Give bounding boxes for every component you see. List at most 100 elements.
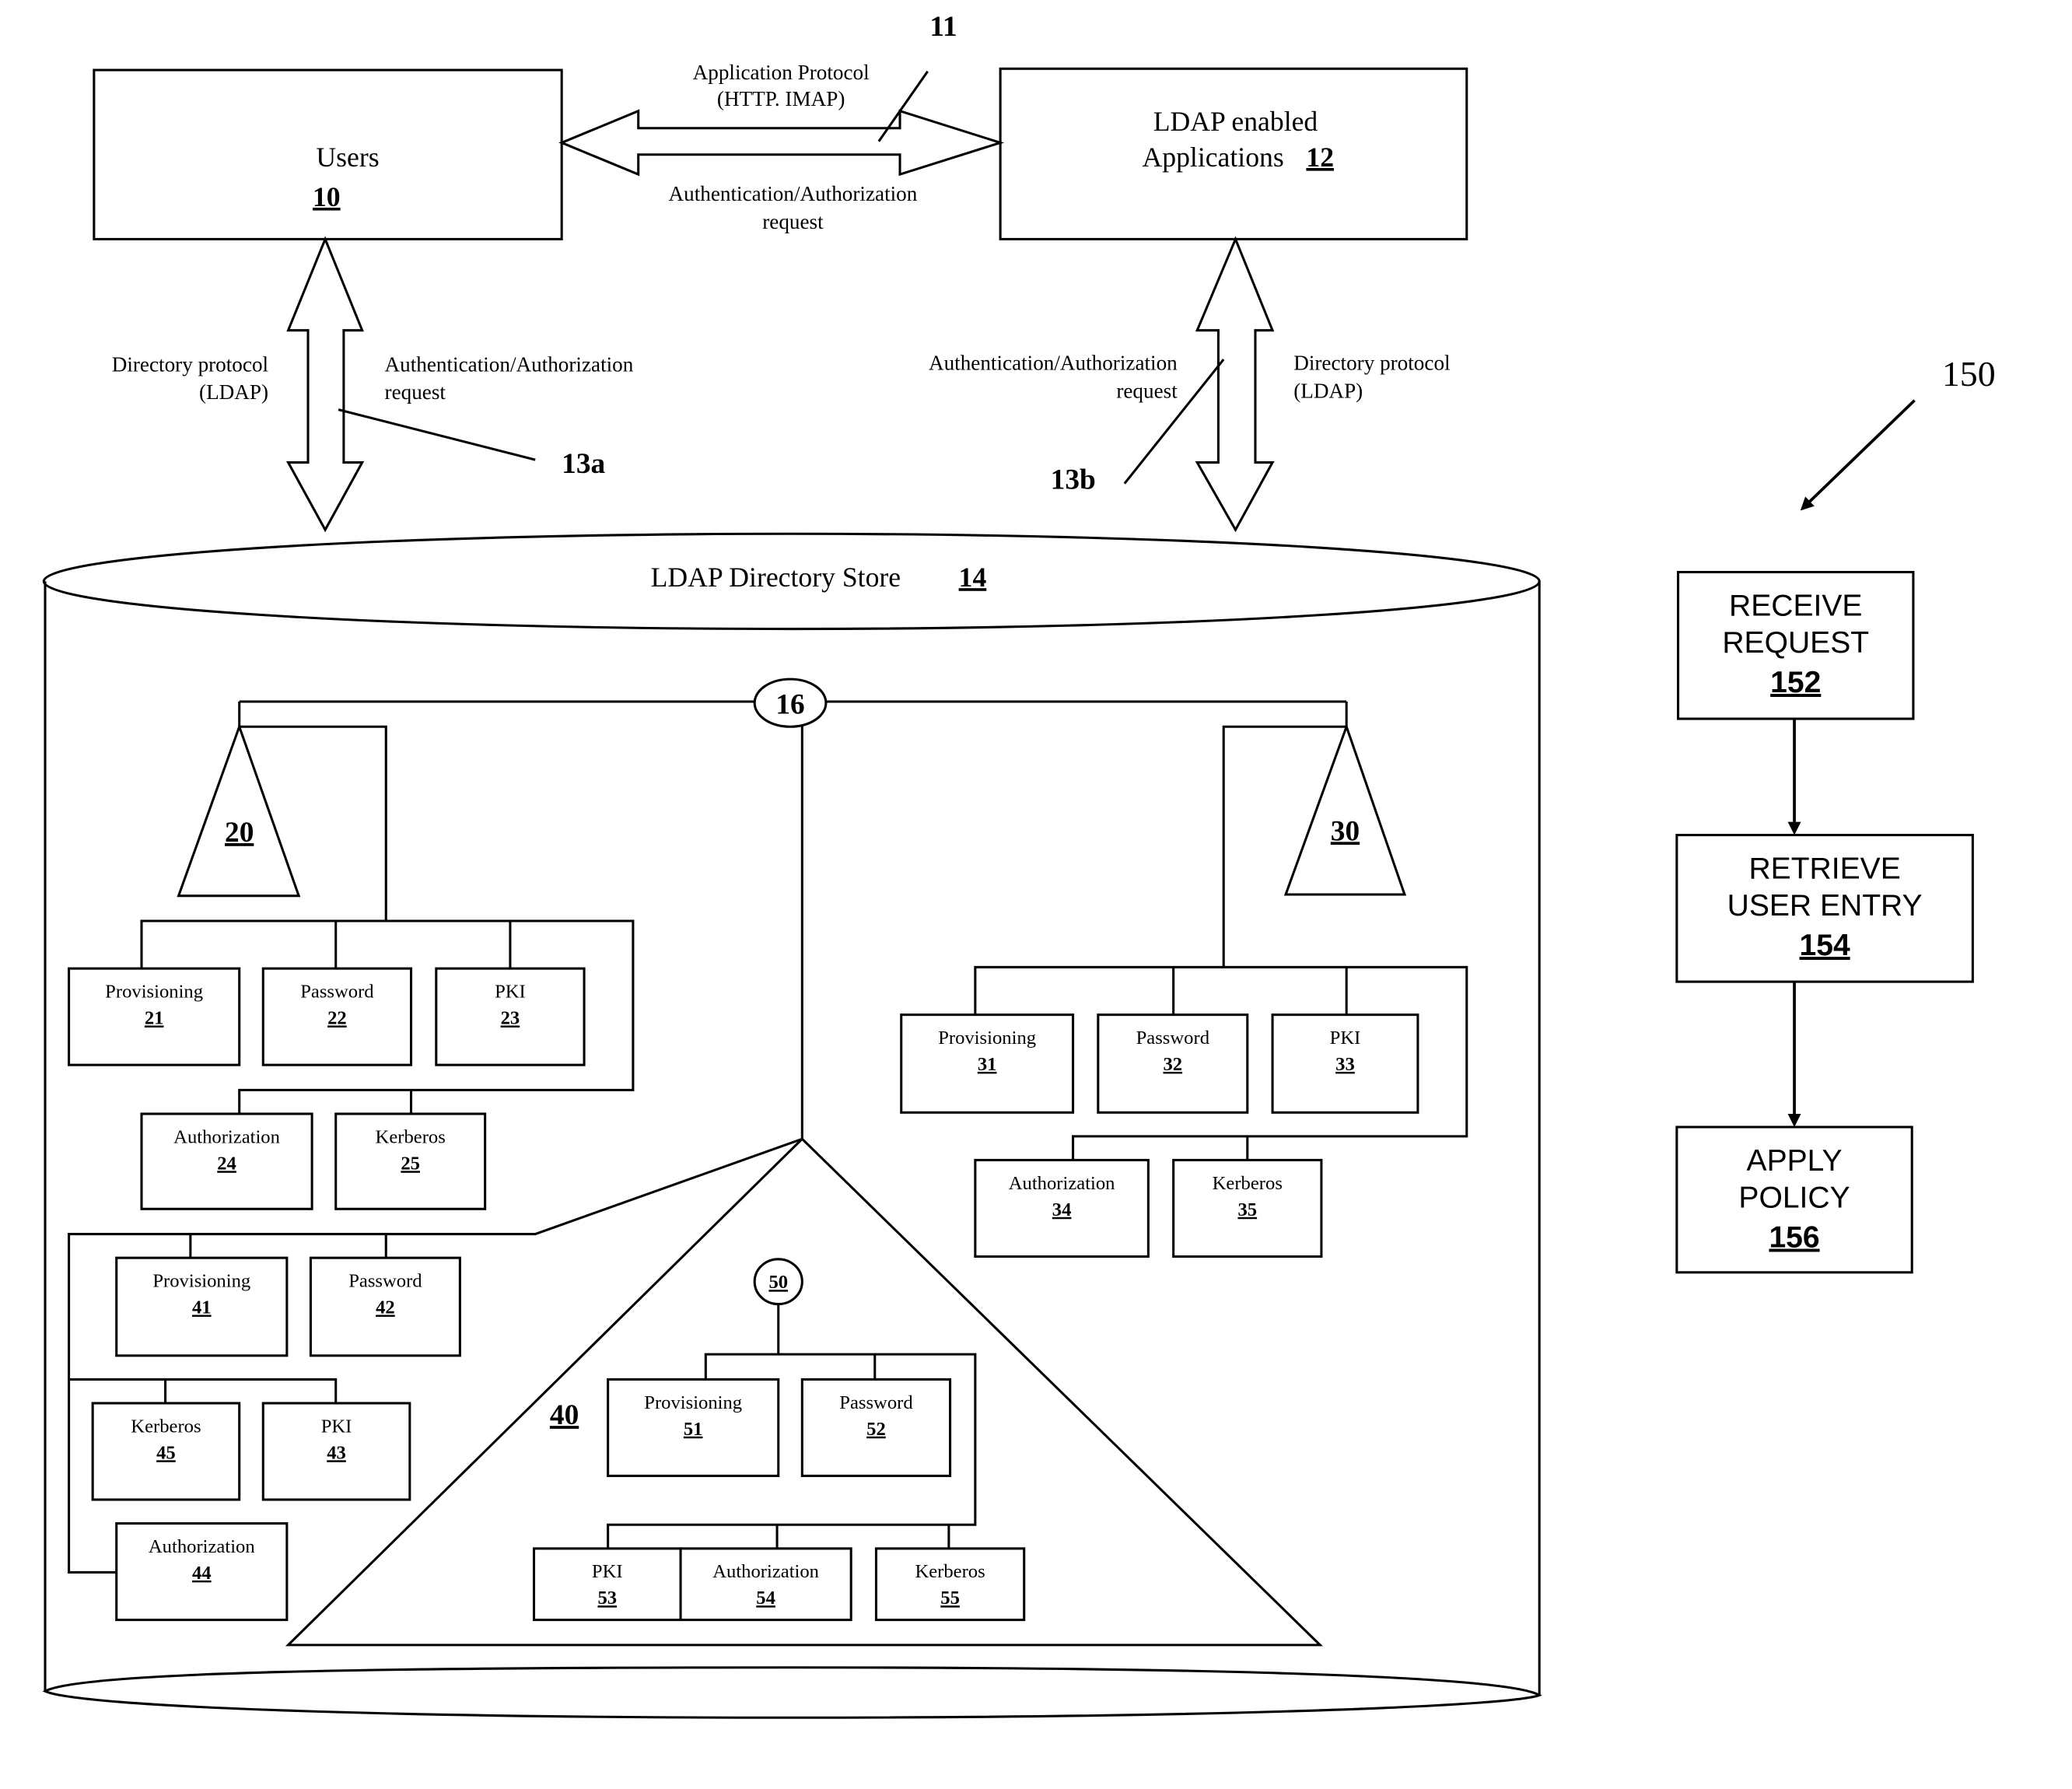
node-provisioning-21: Provisioning 21 — [68, 967, 241, 1066]
users-label: Users — [316, 142, 379, 173]
application-protocol-double-arrow — [558, 109, 1005, 177]
node-label: PKI — [592, 1561, 623, 1582]
node-label: Password — [839, 1392, 913, 1413]
flow-ref: 150 — [1942, 354, 1996, 394]
node-label: PKI — [1330, 1028, 1361, 1049]
node-label: Authorization — [712, 1561, 819, 1582]
svg-text:30: 30 — [1331, 815, 1360, 847]
node-label: Authorization — [173, 1126, 280, 1147]
ref-11-leader — [877, 70, 929, 142]
right-auth-sub: request — [1116, 379, 1178, 402]
node-pki-43: PKI 43 — [261, 1402, 411, 1501]
node-ref: 25 — [401, 1153, 420, 1174]
node-provisioning-31: Provisioning 31 — [900, 1014, 1075, 1114]
node-ref: 41 — [192, 1297, 212, 1318]
node-password-52: Password 52 — [800, 1378, 952, 1477]
top-auth-sub: request — [762, 210, 824, 233]
node-ref: 52 — [866, 1419, 886, 1440]
node-ref: 33 — [1335, 1054, 1355, 1075]
svg-text:20: 20 — [225, 817, 254, 849]
node-label: Provisioning — [644, 1392, 742, 1413]
node-authorization-54: Authorization 54 — [679, 1547, 852, 1622]
flowchart-150: 150 — [1787, 354, 1996, 1127]
node-ref: 43 — [327, 1442, 346, 1463]
flow-step-ref: 156 — [1769, 1221, 1819, 1255]
ldap-architecture-diagram: Users 10 LDAP enabled Applications 12 11… — [42, 11, 1996, 1719]
node-label: Provisioning — [105, 981, 203, 1002]
flow-step-line1: RETRIEVE — [1748, 852, 1900, 886]
node-label: PKI — [495, 981, 526, 1002]
flow-step-154: RETRIEVEUSER ENTRY 154 — [1675, 834, 1974, 983]
apps-ref: 12 — [1306, 142, 1334, 173]
node-pki-53: PKI 53 — [532, 1547, 682, 1622]
store-label: LDAP Directory Store — [651, 562, 901, 593]
users-box: Users 10 — [93, 68, 563, 240]
left-directory-double-arrow — [285, 236, 365, 533]
node-password-42: Password 42 — [309, 1256, 461, 1357]
node-ref: 42 — [376, 1297, 395, 1318]
node-provisioning-51: Provisioning 51 — [607, 1378, 780, 1477]
apps-label-line1: LDAP enabled — [1153, 106, 1318, 137]
node-ref: 34 — [1052, 1199, 1072, 1220]
node-kerberos-35: Kerberos 35 — [1172, 1158, 1323, 1258]
node-label: Provisioning — [152, 1271, 250, 1292]
node-label: Password — [348, 1271, 422, 1292]
node-ref: 24 — [217, 1153, 236, 1174]
ref-11: 11 — [929, 11, 957, 43]
node-ref: 55 — [940, 1588, 960, 1609]
node-label: Kerberos — [1213, 1173, 1283, 1194]
node-label: Password — [1136, 1028, 1210, 1049]
node-ref: 22 — [327, 1007, 347, 1028]
left-auth-label: Authentication/Authorization — [385, 352, 634, 376]
node-ref: 35 — [1237, 1199, 1257, 1220]
app-protocol-label: Application Protocol — [693, 61, 870, 84]
node-authorization-44: Authorization 44 — [115, 1522, 289, 1622]
node-ref: 32 — [1164, 1054, 1183, 1075]
apps-label-line2: Applications — [1143, 142, 1284, 173]
flow-step-156: APPLY POLICY 156 — [1675, 1126, 1913, 1274]
svg-text:40: 40 — [550, 1399, 579, 1431]
flow-step-line2: POLICY — [1738, 1182, 1850, 1215]
flow-step-line2: USER ENTRY — [1727, 889, 1923, 923]
node-label: Authorization — [149, 1536, 255, 1557]
ref-13b: 13b — [1051, 464, 1096, 496]
node-authorization-34: Authorization 34 — [974, 1158, 1150, 1258]
node-kerberos-45: Kerberos 45 — [91, 1402, 241, 1501]
node-authorization-24: Authorization 24 — [140, 1112, 313, 1210]
right-auth-label: Authentication/Authorization — [929, 352, 1178, 375]
flow-step-line1: RECEIVE — [1729, 590, 1862, 623]
right-dir-label: Directory protocol — [1293, 352, 1450, 375]
node-ref: 31 — [978, 1054, 997, 1075]
users-ref: 10 — [313, 181, 341, 212]
node-ref: 23 — [501, 1007, 520, 1028]
node-label: Provisioning — [938, 1028, 1036, 1049]
node-kerberos-25: Kerberos 25 — [334, 1112, 487, 1210]
node-pki-23: PKI 23 — [435, 967, 586, 1066]
flow-step-line2: REQUEST — [1722, 626, 1869, 660]
left-dir-sub: (LDAP) — [199, 380, 268, 404]
node-ref: 21 — [145, 1007, 164, 1028]
node-kerberos-55: Kerberos 55 — [874, 1547, 1026, 1622]
node-ref: 44 — [192, 1563, 212, 1584]
app-protocol-sub: (HTTP. IMAP) — [717, 87, 845, 110]
ldap-apps-box: LDAP enabled Applications 12 — [999, 67, 1468, 240]
flow-step-152: RECEIVEREQUEST 152 — [1677, 570, 1915, 720]
flow-step-ref: 152 — [1770, 666, 1821, 699]
node-password-32: Password 32 — [1097, 1014, 1249, 1114]
ref-13a: 13a — [562, 448, 605, 480]
right-directory-double-arrow — [1195, 236, 1275, 533]
right-dir-sub: (LDAP) — [1293, 379, 1363, 402]
node-provisioning-41: Provisioning 41 — [115, 1256, 289, 1357]
node-label: Kerberos — [376, 1126, 446, 1147]
left-auth-sub: request — [385, 380, 446, 404]
node-pki-33: PKI 33 — [1271, 1014, 1419, 1114]
node-ref: 54 — [756, 1588, 775, 1609]
flow-step-line1: APPLY — [1747, 1144, 1843, 1178]
node-password-22: Password 22 — [261, 967, 413, 1066]
root-ref: 16 — [775, 688, 804, 720]
top-auth-label: Authentication/Authorization — [669, 182, 918, 205]
ref-13b-leader — [1123, 359, 1225, 485]
node-label: Kerberos — [131, 1416, 201, 1437]
node-label: Kerberos — [915, 1561, 985, 1582]
flow-step-ref: 154 — [1800, 929, 1850, 962]
